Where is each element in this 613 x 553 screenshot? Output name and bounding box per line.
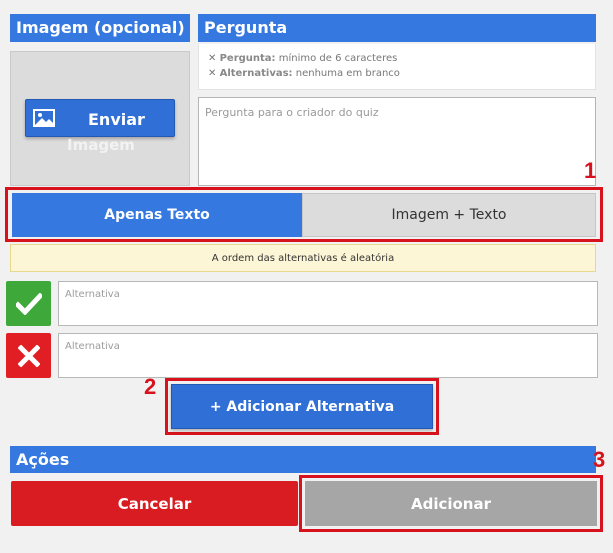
close-icon: ✕ bbox=[208, 53, 217, 64]
annotation-marker-3: 3 bbox=[593, 447, 606, 472]
annotation-marker-1: 1 bbox=[584, 158, 597, 183]
tab-image-text[interactable]: Imagem + Texto bbox=[302, 193, 596, 237]
rule-alternatives: ✕ Alternativas: nenhuma em branco bbox=[208, 68, 400, 79]
question-input[interactable]: Pergunta para o criador do quiz bbox=[198, 97, 596, 186]
image-section-header: Imagem (opcional) bbox=[10, 14, 190, 42]
close-icon: ✕ bbox=[208, 68, 217, 79]
question-rules: ✕ Pergunta: mínimo de 6 caracteres ✕ Alt… bbox=[198, 44, 596, 90]
check-icon bbox=[15, 292, 42, 315]
wrong-alternative-toggle[interactable] bbox=[6, 333, 51, 378]
alternative-input-2[interactable]: Alternativa bbox=[58, 333, 598, 378]
rule-question: ✕ Pergunta: mínimo de 6 caracteres bbox=[208, 53, 398, 64]
alternative-input-1[interactable]: Alternativa bbox=[58, 281, 598, 326]
submit-button[interactable]: Adicionar bbox=[305, 481, 597, 526]
question-section-header: Pergunta bbox=[198, 14, 596, 42]
tab-text-only[interactable]: Apenas Texto bbox=[12, 193, 302, 237]
x-icon bbox=[17, 344, 40, 367]
upload-button-label: Enviar bbox=[88, 110, 145, 129]
add-alternative-button[interactable]: + Adicionar Alternativa bbox=[171, 384, 433, 429]
random-order-notice: A ordem das alternativas é aleatória bbox=[10, 244, 596, 272]
image-icon bbox=[33, 109, 55, 127]
cancel-button[interactable]: Cancelar bbox=[11, 481, 298, 526]
upload-button-label-overflow: Imagem bbox=[67, 136, 135, 154]
correct-alternative-toggle[interactable] bbox=[6, 281, 51, 326]
actions-section-header: Ações bbox=[10, 446, 596, 473]
annotation-marker-2: 2 bbox=[144, 374, 157, 399]
